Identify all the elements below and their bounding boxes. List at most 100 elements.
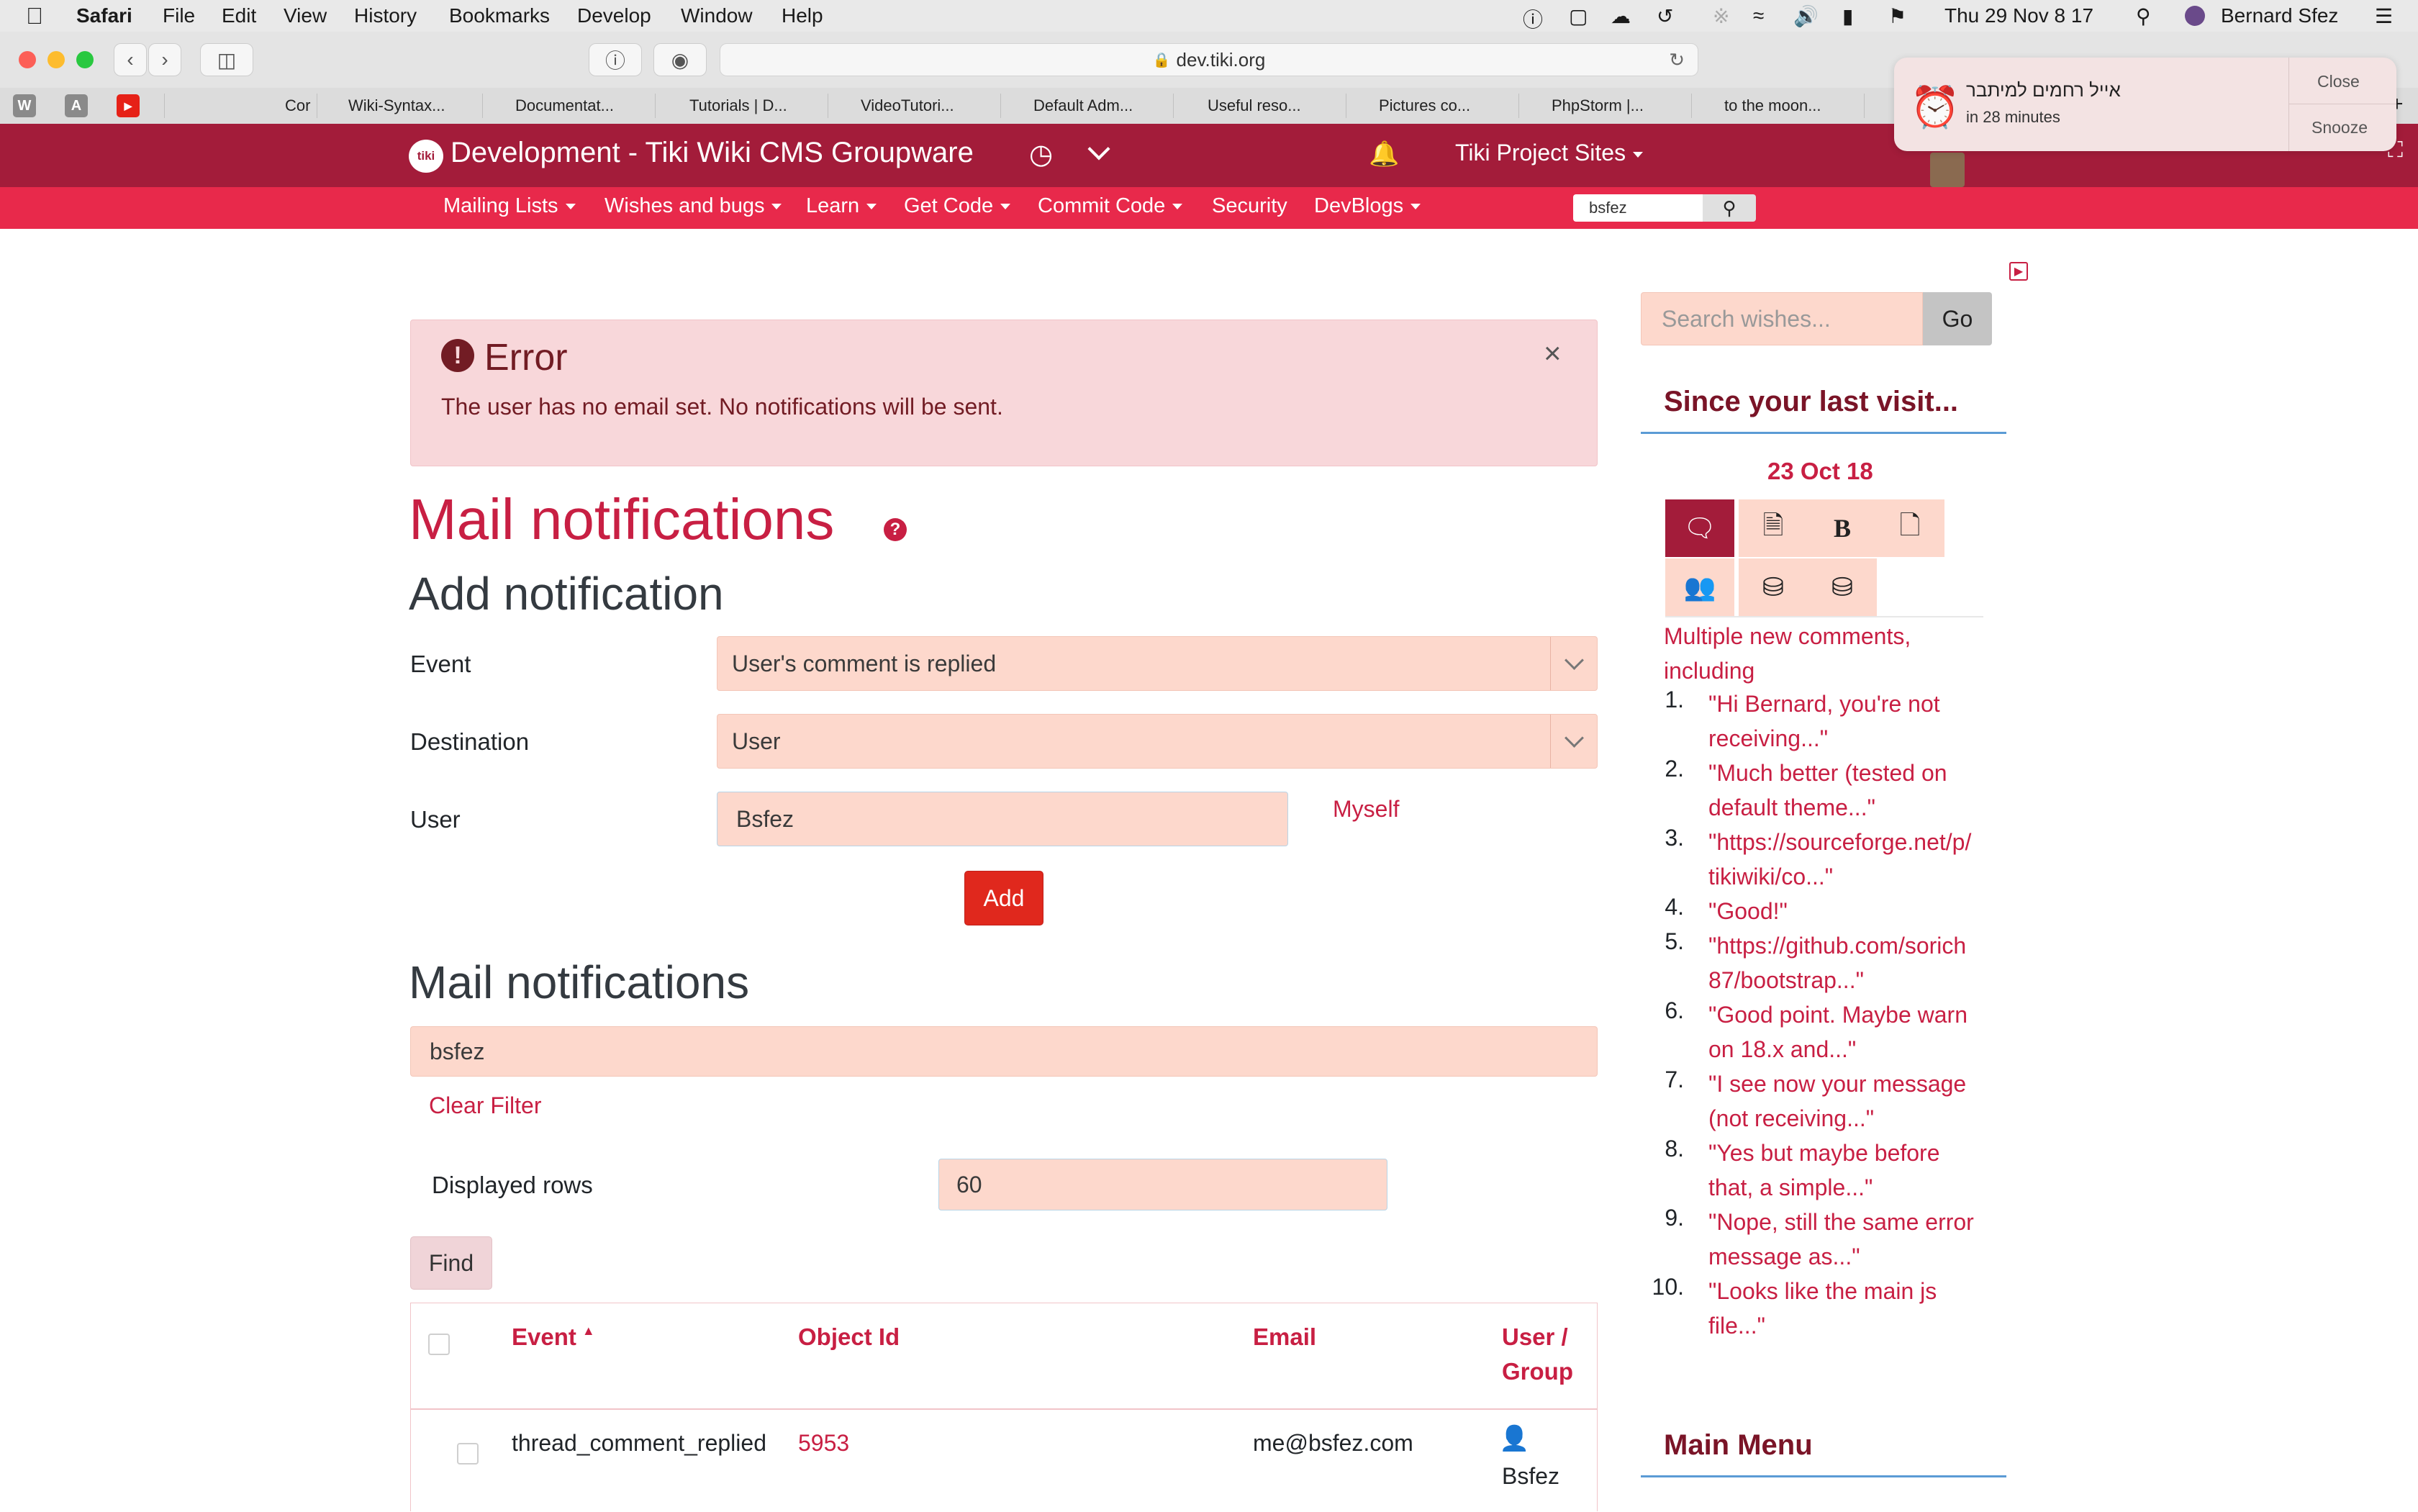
column-header-email[interactable]: Email — [1253, 1323, 1316, 1351]
comment-link[interactable]: "I see now your message — [1708, 1067, 1966, 1101]
comment-link[interactable]: (not receiving..." — [1708, 1101, 1874, 1136]
nav-devblogs[interactable]: DevBlogs — [1314, 194, 1421, 218]
comment-link[interactable]: 87/bootstrap..." — [1708, 963, 1864, 997]
menubar-clock[interactable]: Thu 29 Nov 8 17 — [1944, 4, 2093, 27]
comment-link[interactable]: "Much better (tested on — [1708, 756, 1947, 790]
database-icon[interactable]: ⛁ — [1808, 558, 1877, 616]
nav-security[interactable]: Security — [1212, 194, 1287, 218]
status-flag-icon[interactable]: ⚑ — [1888, 4, 1906, 28]
event-select[interactable]: User's comment is replied — [717, 636, 1598, 691]
notification-close-button[interactable]: Close — [2317, 72, 2360, 91]
bookmark-item[interactable]: VideoTutori... — [861, 96, 954, 115]
menu-edit[interactable]: Edit — [222, 4, 256, 27]
help-icon[interactable]: ? — [884, 518, 907, 541]
column-header-user-group[interactable]: User / — [1502, 1323, 1568, 1351]
spotlight-search-icon[interactable]: ⚲ — [2136, 4, 2151, 28]
bookmark-item[interactable]: to the moon... — [1724, 96, 1821, 115]
menu-history[interactable]: History — [354, 4, 417, 27]
menu-develop[interactable]: Develop — [577, 4, 651, 27]
comment-link[interactable]: "https://sourceforge.net/p/ — [1708, 825, 1971, 859]
window-minimize-button[interactable] — [47, 51, 65, 68]
bookmark-item[interactable]: Default Adm... — [1033, 96, 1133, 115]
apple-icon[interactable]:  — [26, 3, 43, 30]
history-clock-icon[interactable]: ◷ — [1029, 138, 1053, 171]
window-zoom-button[interactable] — [76, 51, 94, 68]
calendar-notification[interactable]: ⏰ אייל רחמים למיתבר in 28 minutes Close … — [1894, 58, 2396, 151]
document-icon[interactable]: 🗎 — [1739, 499, 1808, 557]
database-icon[interactable]: ⛁ — [1739, 558, 1808, 616]
column-header-object-id[interactable]: Object Id — [798, 1323, 900, 1351]
tiki-logo-icon[interactable]: tiki — [409, 140, 443, 173]
comment-link[interactable]: "Yes but maybe before — [1708, 1136, 1940, 1170]
comment-link[interactable]: file..." — [1708, 1308, 1765, 1343]
filter-input[interactable]: bsfez — [410, 1026, 1598, 1077]
user-input[interactable]: Bsfez — [717, 792, 1288, 846]
bookmark-item[interactable]: Documentat... — [515, 96, 614, 115]
wishes-go-button[interactable]: Go — [1923, 292, 1992, 345]
menubar-user[interactable]: Bernard Sfez — [2221, 4, 2338, 27]
status-box-icon[interactable]: ▢ — [1569, 4, 1588, 28]
add-button[interactable]: Add — [964, 871, 1043, 925]
nav-commit-code[interactable]: Commit Code — [1038, 194, 1183, 218]
file-icon[interactable]: 🗋 — [1875, 499, 1944, 557]
user-avatar[interactable] — [1930, 153, 1965, 187]
wishes-search-input[interactable]: Search wishes... — [1641, 292, 1923, 345]
status-battery-icon[interactable]: ▮ — [1842, 4, 1853, 28]
blog-bold-icon[interactable]: B — [1808, 499, 1877, 557]
reader-button[interactable]: ⓘ — [589, 43, 642, 76]
myself-link[interactable]: Myself — [1333, 796, 1399, 823]
bell-icon[interactable]: 🔔 — [1369, 140, 1399, 168]
comment-link[interactable]: "Good!" — [1708, 894, 1788, 928]
bookmark-item[interactable]: Useful reso... — [1208, 96, 1301, 115]
comment-link[interactable]: that, a simple..." — [1708, 1170, 1873, 1205]
bookmark-item[interactable]: Pictures co... — [1379, 96, 1470, 115]
displayed-rows-input[interactable]: 60 — [938, 1159, 1387, 1210]
comment-link[interactable]: "https://github.com/sorich — [1708, 928, 1966, 963]
chevron-down-icon[interactable] — [1087, 137, 1110, 160]
menu-file[interactable]: File — [163, 4, 195, 27]
site-title[interactable]: Development - Tiki Wiki CMS Groupware — [450, 137, 974, 169]
status-timemachine-icon[interactable]: ↺ — [1657, 4, 1673, 28]
users-icon[interactable]: 👥 — [1665, 558, 1734, 616]
status-bluetooth-icon[interactable]: ※ — [1713, 4, 1729, 28]
menu-bookmarks[interactable]: Bookmarks — [449, 4, 550, 27]
notification-snooze-button[interactable]: Snooze — [2311, 118, 2368, 137]
extension-button[interactable]: ◉ — [653, 43, 707, 76]
clear-filter-link[interactable]: Clear Filter — [429, 1092, 541, 1119]
bookmark-item[interactable]: PhpStorm |... — [1552, 96, 1644, 115]
status-cloud-icon[interactable]: ☁ — [1611, 4, 1631, 28]
sidebar-toggle-icon[interactable]: ▶ — [2009, 262, 2028, 281]
comment-link[interactable]: "Hi Bernard, you're not — [1708, 687, 1940, 721]
forward-button[interactable]: › — [148, 43, 181, 76]
nav-learn[interactable]: Learn — [806, 194, 877, 218]
bookmark-item[interactable]: Tutorials | D... — [689, 96, 787, 115]
bookmark-item[interactable]: Cor — [285, 96, 310, 115]
sidebar-toggle-button[interactable]: ◫ — [200, 43, 253, 76]
select-all-checkbox[interactable] — [428, 1334, 450, 1355]
close-icon[interactable]: × — [1544, 336, 1562, 371]
menu-view[interactable]: View — [284, 4, 327, 27]
column-header-user-group[interactable]: Group — [1502, 1358, 1573, 1385]
comment-link[interactable]: tikiwiki/co..." — [1708, 859, 1833, 894]
status-wifi-icon[interactable]: ≈ — [1753, 4, 1764, 27]
nav-get-code[interactable]: Get Code — [904, 194, 1011, 218]
comment-link[interactable]: on 18.x and..." — [1708, 1032, 1856, 1067]
back-button[interactable]: ‹ — [114, 43, 147, 76]
reload-icon[interactable]: ↻ — [1669, 49, 1685, 71]
nav-mailing-lists[interactable]: Mailing Lists — [443, 194, 576, 218]
comment-link[interactable]: "Good point. Maybe warn — [1708, 997, 1968, 1032]
destination-select[interactable]: User — [717, 714, 1598, 769]
nav-wishes-and-bugs[interactable]: Wishes and bugs — [604, 194, 782, 218]
menu-help[interactable]: Help — [782, 4, 823, 27]
bookmark-favicon-w[interactable]: W — [13, 94, 36, 117]
bookmark-favicon-youtube[interactable]: ▶ — [117, 94, 140, 117]
comment-link[interactable]: "Nope, still the same error — [1708, 1205, 1974, 1239]
notification-center-icon[interactable]: ☰ — [2375, 4, 2393, 28]
bookmark-favicon-a[interactable]: A — [65, 94, 88, 117]
bookmark-item[interactable]: Wiki-Syntax... — [348, 96, 445, 115]
address-bar[interactable]: 🔒 dev.tiki.org ↻ — [720, 43, 1698, 76]
column-header-event[interactable]: Event ▲ — [512, 1323, 595, 1351]
user-avatar-icon[interactable] — [2185, 6, 2205, 26]
find-button[interactable]: Find — [410, 1236, 492, 1290]
row-object-id-link[interactable]: 5953 — [798, 1430, 849, 1457]
